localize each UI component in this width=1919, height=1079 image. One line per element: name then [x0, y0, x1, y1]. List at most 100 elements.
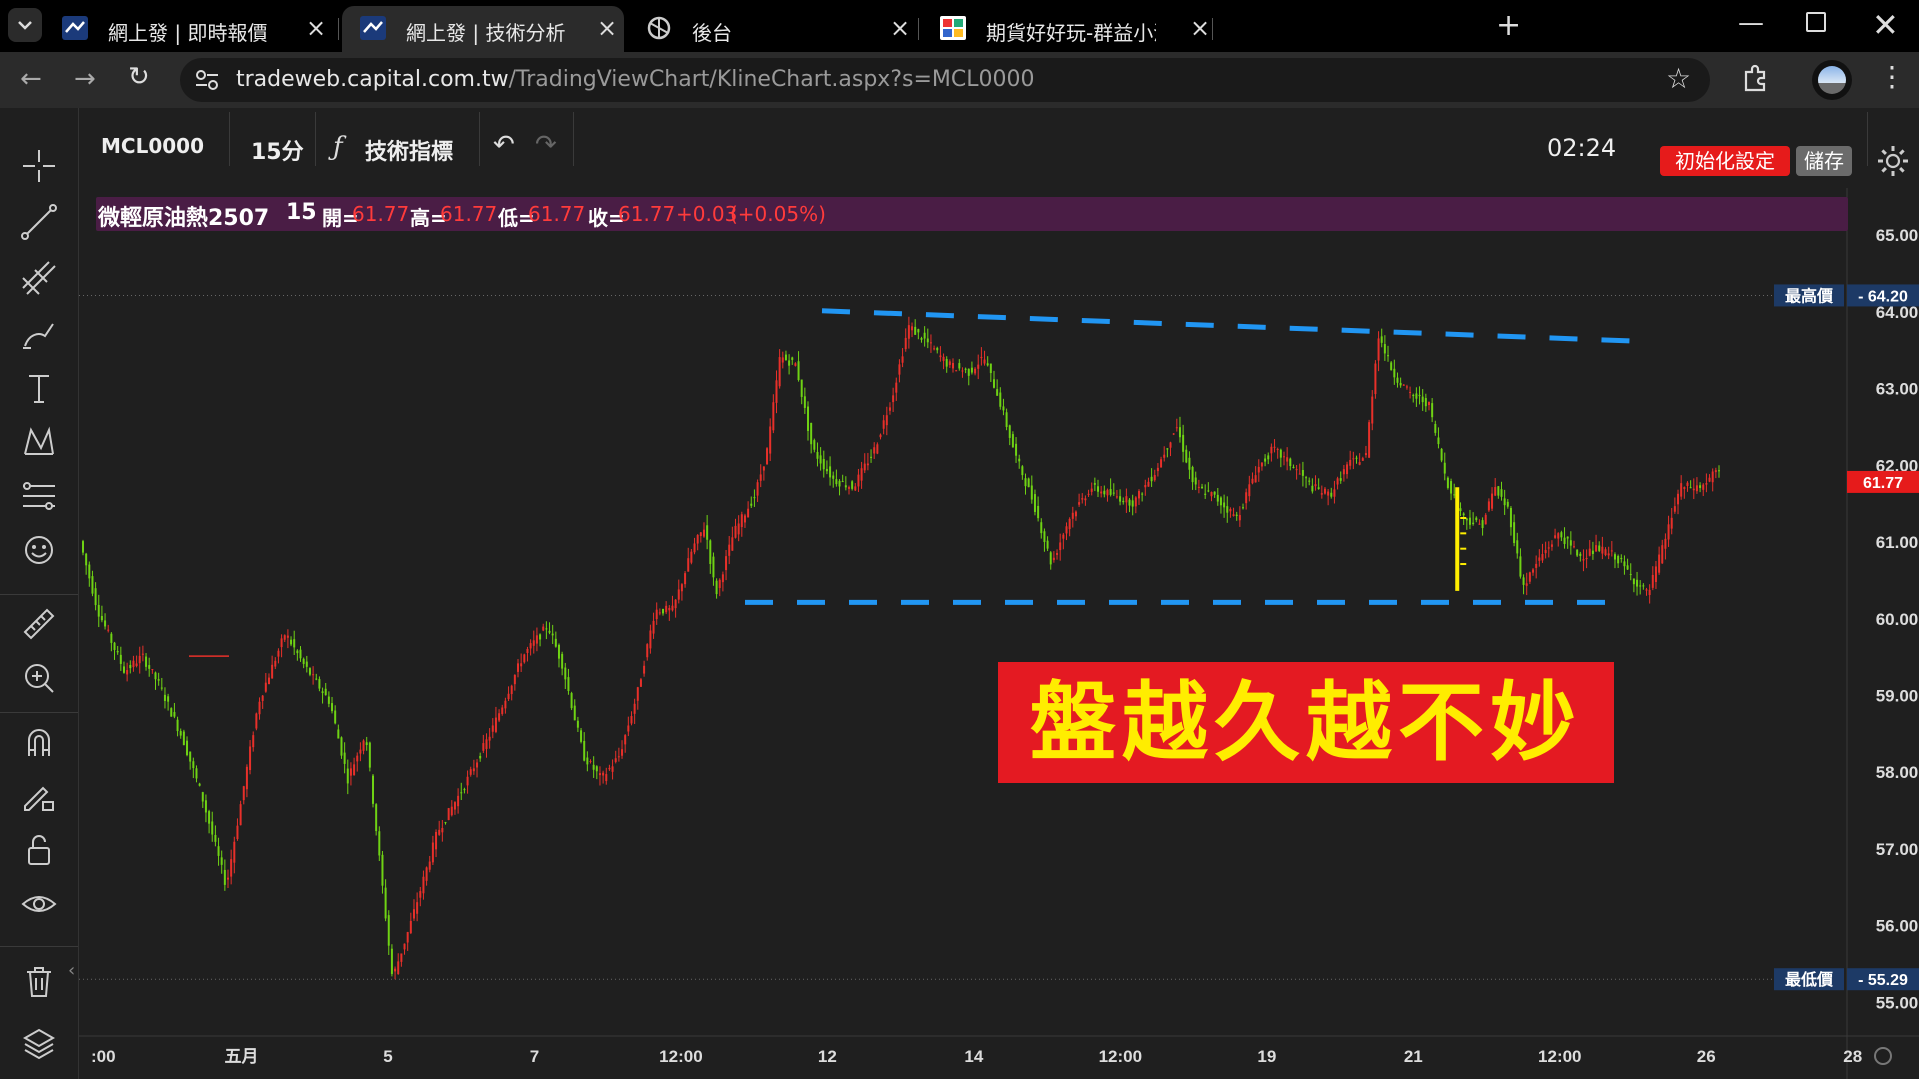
minimize-button[interactable]: —: [1738, 8, 1764, 38]
candle-body: [539, 634, 542, 640]
pencil-lock-icon: [24, 786, 54, 811]
browser-menu-icon[interactable]: ⋮: [1878, 60, 1906, 93]
candle-body: [1257, 466, 1260, 473]
fib-tool[interactable]: [19, 476, 59, 516]
candle-body: [1519, 556, 1522, 577]
crosshair-tool[interactable]: [19, 146, 59, 186]
fib-retracement-icon: [23, 482, 55, 510]
candle-body: [230, 859, 233, 877]
back-icon[interactable]: ←: [20, 64, 42, 94]
collapse-toolbar-icon[interactable]: ‹: [68, 960, 75, 981]
candle-body: [1686, 482, 1689, 486]
candle-body: [784, 354, 787, 361]
object-tree-tool[interactable]: [19, 1024, 59, 1064]
candle-body: [668, 608, 671, 611]
candle-body: [173, 712, 176, 717]
candle-body: [702, 529, 705, 537]
restore-button[interactable]: [1806, 12, 1826, 32]
candle-body: [561, 653, 564, 669]
lock-tool[interactable]: [19, 830, 59, 870]
bookmark-star-icon[interactable]: ☆: [1666, 62, 1691, 95]
candle-body: [1613, 554, 1616, 560]
symbol-search[interactable]: MCL0000: [101, 134, 204, 158]
tab-technical-analysis[interactable]: 網上發 | 技術分析 ×: [342, 6, 624, 52]
trend-line-tool[interactable]: [19, 202, 59, 242]
candle-body: [680, 584, 683, 592]
candle-body: [337, 729, 340, 739]
legend-change-pct: (+0.05%): [730, 202, 826, 226]
reset-settings-button[interactable]: 初始化設定: [1660, 146, 1790, 176]
chart-canvas[interactable]: 65.0064.0063.0062.0061.0060.0059.0058.00…: [79, 188, 1919, 1079]
candle-body: [756, 482, 759, 496]
candle-body: [847, 487, 850, 489]
candle-body: [677, 589, 680, 600]
profile-avatar[interactable]: [1812, 60, 1852, 100]
candle-body: [346, 768, 349, 784]
undo-icon[interactable]: ↶: [493, 130, 515, 160]
candle-body: [145, 656, 148, 667]
stay-in-drawing-tool[interactable]: [19, 776, 59, 816]
reload-icon[interactable]: ↻: [128, 62, 150, 92]
close-tab-icon[interactable]: ×: [597, 14, 617, 42]
candle-body: [617, 756, 620, 758]
candle-body: [759, 474, 762, 481]
candle-body: [1021, 466, 1024, 476]
hide-tool[interactable]: [19, 884, 59, 924]
tab-futures[interactable]: 期貨好好玩-群益小涵團隊|唯一 ×: [922, 6, 1210, 52]
candle-body: [220, 857, 223, 865]
candle-body: [684, 573, 687, 585]
close-tab-icon[interactable]: ×: [890, 14, 910, 42]
candle-body: [126, 670, 129, 675]
candle-body: [914, 326, 917, 335]
candle-body: [1100, 491, 1103, 494]
browser-tab-strip: 網上發 | 即時報價 × 網上發 | 技術分析 × 後台 × 期貨好好玩-群益小…: [0, 0, 1919, 52]
candle-body: [1248, 484, 1251, 497]
candle-body: [1503, 498, 1506, 506]
tab-separator: [1212, 18, 1213, 40]
candle-body: [1434, 423, 1437, 433]
candle-body: [551, 633, 554, 636]
legend-interval: 15: [286, 200, 317, 225]
candle-body: [753, 497, 756, 499]
extensions-icon[interactable]: [1740, 64, 1770, 94]
pitchfork-tool[interactable]: [19, 258, 59, 298]
candle-body: [110, 633, 113, 643]
close-window-button[interactable]: ✕: [1872, 6, 1899, 44]
close-tab-icon[interactable]: ×: [306, 14, 326, 42]
candle-body: [1068, 518, 1071, 530]
candle-body: [400, 953, 403, 962]
delete-tool[interactable]: [19, 962, 59, 1002]
candle-body: [438, 829, 441, 835]
zoom-tool[interactable]: [19, 658, 59, 698]
candle-body: [488, 736, 491, 741]
tab-quote[interactable]: 網上發 | 即時報價 ×: [44, 6, 334, 52]
settings-gear-icon[interactable]: [1876, 144, 1910, 178]
price-chart[interactable]: 65.00 64.00 63.00 62.00 61.00 60.00 59.00 58.00…: [79, 188, 1919, 1079]
magnet-tool[interactable]: [19, 722, 59, 762]
text-tool[interactable]: [19, 368, 59, 408]
new-tab-button[interactable]: +: [1496, 8, 1521, 43]
emoji-tool[interactable]: [19, 530, 59, 570]
candle-body: [296, 650, 299, 654]
redo-icon[interactable]: ↷: [535, 130, 557, 160]
candle-body: [605, 774, 608, 782]
candle-body: [1572, 546, 1575, 548]
toolbar-divider: [0, 594, 78, 595]
tab-backend[interactable]: 後台 ×: [628, 6, 916, 52]
candle-body: [589, 761, 592, 763]
url-field[interactable]: tradeweb.capital.com.tw/TradingViewChart…: [180, 58, 1710, 102]
pattern-tool[interactable]: [19, 422, 59, 462]
brush-tool[interactable]: [19, 314, 59, 354]
candle-body: [435, 831, 438, 850]
candle-body: [1008, 425, 1011, 438]
candle-body: [129, 665, 132, 669]
ruler-tool[interactable]: [19, 604, 59, 644]
forward-icon[interactable]: →: [74, 64, 96, 94]
candle-body: [189, 751, 192, 762]
tab-list-button[interactable]: [8, 8, 42, 42]
interval-selector[interactable]: 15分: [251, 134, 304, 166]
save-button[interactable]: 儲存: [1796, 146, 1852, 176]
candle-body: [1084, 498, 1087, 501]
candle-body: [926, 338, 929, 343]
close-tab-icon[interactable]: ×: [1190, 14, 1210, 42]
